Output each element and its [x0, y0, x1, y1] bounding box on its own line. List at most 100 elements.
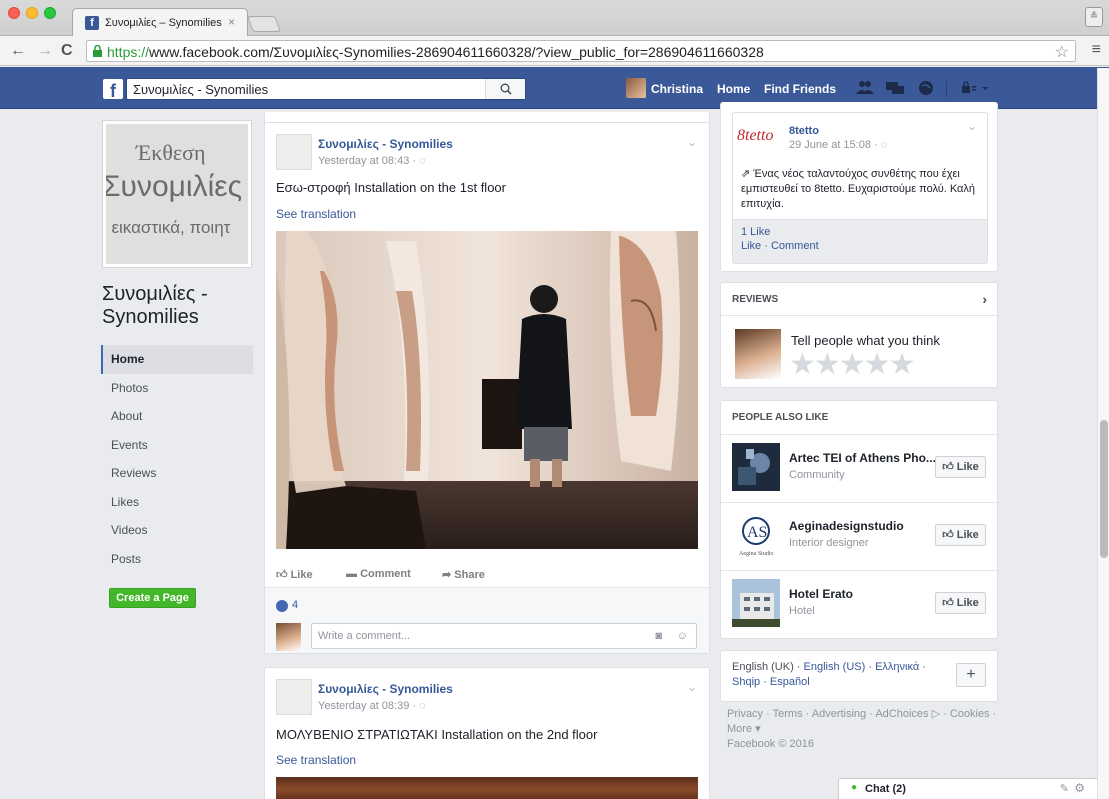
back-arrow-icon[interactable]: ← [10, 42, 26, 60]
footer-links-line[interactable]: Privacy · Terms · Advertising · AdChoice… [727, 708, 996, 720]
new-tab-button[interactable] [247, 16, 281, 32]
post-author-name[interactable]: Συνομιλίες - Synomilies [318, 682, 453, 696]
emoji-icon[interactable]: ☺ [677, 624, 688, 648]
suggested-page-row: Hotel Erato Hotel 👍︎ Like [721, 571, 997, 639]
see-translation-link[interactable]: See translation [276, 207, 356, 221]
post-photo[interactable] [276, 231, 698, 549]
gear-icon[interactable]: ⚙ [1074, 781, 1085, 795]
post-text: Εσω-στροφή Installation on the 1st floor [276, 180, 506, 195]
nav-item-events[interactable]: Events [101, 431, 253, 460]
mini-post-chevron-icon[interactable]: ⌄ [967, 119, 977, 133]
language-link[interactable]: Ελληνικά [875, 661, 919, 673]
search-input[interactable] [127, 79, 487, 99]
reviews-header[interactable]: REVIEWS › [721, 283, 997, 316]
chat-bar[interactable]: ● Chat (2) ✎ ⚙ [838, 778, 1098, 799]
post-author-avatar[interactable] [276, 134, 312, 170]
url-field[interactable]: https://www.facebook.com/Συνομιλίες-Syno… [86, 40, 1076, 62]
suggested-page-image[interactable] [732, 579, 780, 627]
post-options-chevron-icon[interactable]: ⌄ [687, 135, 697, 149]
notifications-globe-icon[interactable] [917, 80, 935, 96]
page-title[interactable]: Συνομιλίες - Synomilies [102, 283, 262, 329]
page-profile-picture[interactable]: Έκθεση Συνομιλίες , εικαστικά, ποιητ [102, 120, 252, 268]
forward-arrow-icon[interactable]: → [37, 42, 53, 60]
chrome-menu-icon[interactable]: ≡ [1092, 41, 1101, 59]
like-page-button[interactable]: 👍︎ Like [935, 524, 986, 546]
review-prompt: Tell people what you think [791, 333, 940, 348]
thumbs-up-icon: 👍︎ [942, 461, 957, 473]
share-action-button[interactable]: ➦ Share [442, 568, 485, 581]
language-link[interactable]: Shqip [732, 676, 760, 688]
comment-action-button[interactable]: ▬ Comment [346, 568, 411, 580]
post-card: Συνομιλίες - Synomilies Yesterday at 08:… [264, 122, 710, 654]
post-author-avatar[interactable] [276, 679, 312, 715]
mini-post-time[interactable]: 29 June at 15:08 · ◌ [789, 139, 887, 151]
minimize-window-button[interactable] [26, 7, 38, 19]
scrollbar-thumb[interactable] [1100, 420, 1108, 558]
suggested-page-image[interactable]: AS Aegina Studio [732, 511, 780, 559]
create-page-button[interactable]: Create a Page [109, 588, 196, 608]
post-text: ΜΟΛΥΒΕΝΙΟ ΣΤΡΑΤΙΩΤΑΚΙ Installation on th… [276, 727, 598, 742]
nav-item-likes[interactable]: Likes [101, 488, 253, 517]
nav-item-videos[interactable]: Videos [101, 516, 253, 545]
recent-post-card: 8tetto 8tetto 29 June at 15:08 · ◌ ⌄ ⇗ Έ… [720, 102, 998, 272]
language-card: English (UK) · English (US) · Ελληνικά ·… [720, 650, 998, 702]
see-translation-link[interactable]: See translation [276, 753, 356, 767]
friend-requests-icon[interactable] [856, 80, 874, 96]
messages-icon[interactable] [886, 80, 904, 96]
camera-icon[interactable]: ◙ [655, 624, 662, 648]
8tetto-logo[interactable]: 8tetto [737, 127, 773, 145]
scrollbar[interactable] [1097, 68, 1109, 799]
browser-tab-bar: f Συνομιλίες – Synomilies × ≗ [0, 0, 1109, 36]
like-count[interactable]: 4 [292, 599, 298, 611]
find-friends-link[interactable]: Find Friends [764, 82, 836, 96]
compose-icon[interactable]: ✎ [1060, 782, 1069, 795]
post-timestamp[interactable]: Yesterday at 08:43 · ◌ [318, 155, 426, 167]
mini-post-feedback: 1 Like Like · Comment [733, 219, 987, 263]
suggested-page-name[interactable]: Aeginadesignstudio [789, 519, 904, 533]
nav-item-photos[interactable]: Photos [101, 374, 253, 403]
nav-item-home[interactable]: Home [101, 345, 253, 374]
close-window-button[interactable] [8, 7, 20, 19]
facebook-logo-icon[interactable]: f [103, 79, 123, 101]
user-name-link[interactable]: Christina [651, 82, 703, 96]
post-options-chevron-icon[interactable]: ⌄ [687, 680, 697, 694]
reload-icon[interactable]: C [61, 42, 73, 60]
suggested-page-name[interactable]: Hotel Erato [789, 587, 853, 601]
post-author-name[interactable]: Συνομιλίες - Synomilies [318, 137, 453, 151]
user-avatar[interactable] [626, 78, 646, 98]
nav-item-posts[interactable]: Posts [101, 545, 253, 574]
post-photo[interactable] [276, 777, 698, 799]
browser-tab[interactable]: f Συνομιλίες – Synomilies × [72, 8, 248, 36]
add-language-button[interactable]: + [956, 663, 986, 687]
search-button[interactable] [485, 79, 525, 99]
nav-item-reviews[interactable]: Reviews [101, 459, 253, 488]
maximize-window-button[interactable] [44, 7, 56, 19]
comment-input[interactable]: Write a comment... ◙ ☺ [311, 623, 697, 649]
chevron-right-icon[interactable]: › [982, 283, 987, 316]
like-page-button[interactable]: 👍︎ Like [935, 456, 986, 478]
profile-icon[interactable]: ≗ [1085, 7, 1103, 27]
cover-text-line1: Έκθεση [136, 140, 206, 165]
like-page-button[interactable]: 👍︎ Like [935, 592, 986, 614]
like-action-button[interactable]: 👍︎ Like [276, 568, 313, 581]
suggested-page-name[interactable]: Artec TEI of Athens Pho... [789, 451, 936, 465]
more-link[interactable]: More ▾ [727, 723, 761, 735]
star-rating-input[interactable]: ★★★★★ [789, 347, 915, 382]
share-icon: ⇗ [741, 168, 754, 180]
home-link[interactable]: Home [717, 82, 750, 96]
privacy-shortcuts-icon[interactable] [962, 80, 990, 96]
globe-icon: ◌ [880, 139, 888, 151]
thumbs-up-icon: 👍︎ [942, 529, 957, 541]
post-timestamp[interactable]: Yesterday at 08:39 · ◌ [318, 700, 426, 712]
nav-item-about[interactable]: About [101, 402, 253, 431]
language-link[interactable]: Español [770, 676, 810, 688]
bookmark-star-icon[interactable]: ☆ [1055, 42, 1069, 62]
people-also-like-header: PEOPLE ALSO LIKE [721, 401, 997, 435]
mini-post-author[interactable]: 8tetto [789, 125, 819, 137]
cover-text-line3: , εικαστικά, ποιητ [106, 218, 231, 237]
suggested-page-image[interactable] [732, 443, 780, 491]
mini-post-actions[interactable]: Like · Comment [741, 240, 819, 252]
language-link[interactable]: English (US) [804, 661, 866, 673]
tab-close-icon[interactable]: × [228, 15, 235, 29]
mini-post-likes[interactable]: 1 Like [741, 226, 770, 238]
